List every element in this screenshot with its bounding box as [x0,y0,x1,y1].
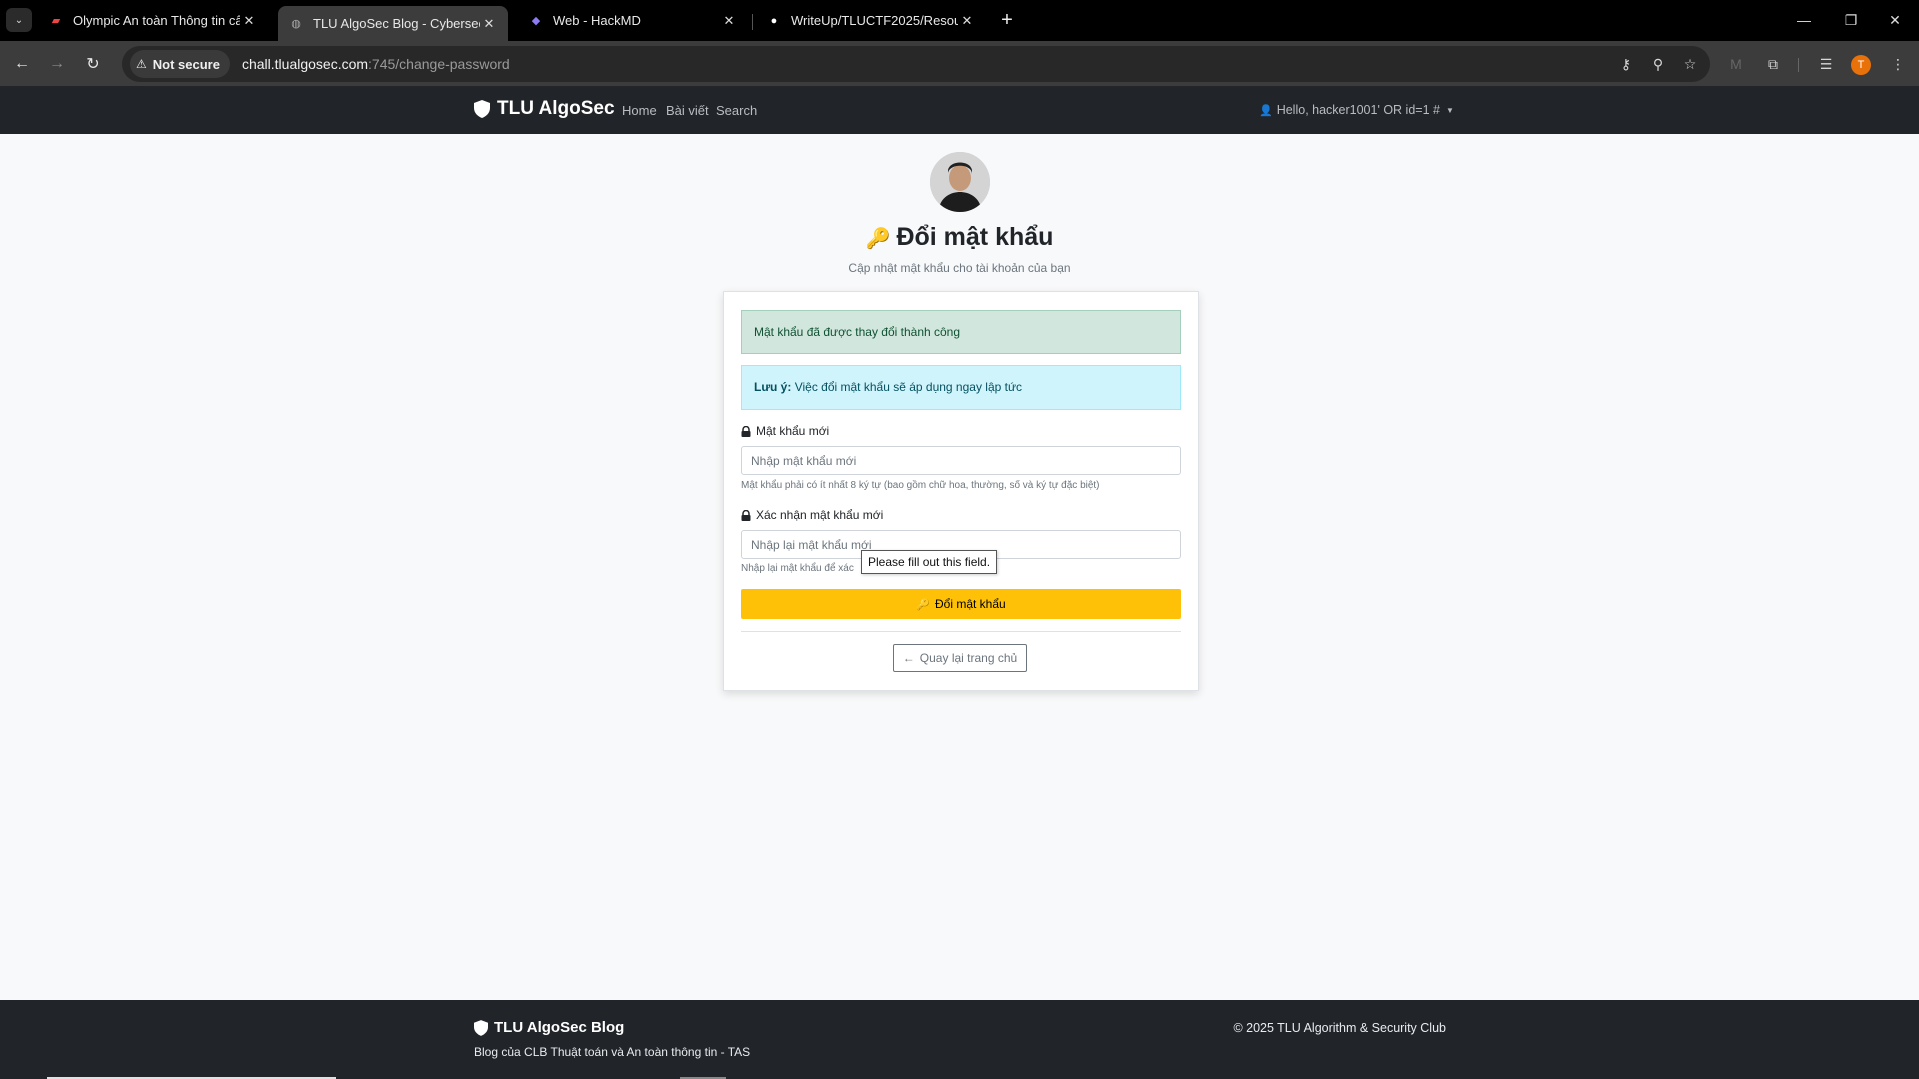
bookmark-star-icon[interactable]: ☆ [1678,52,1702,76]
nav-link-search[interactable]: Search [716,103,757,118]
tab-search-chevron-icon[interactable]: ⌄ [6,8,32,32]
change-password-card: Mật khẩu đã được thay đổi thành công Lưu… [723,291,1199,691]
close-tab-icon[interactable]: ✕ [958,13,976,29]
tab-olympic[interactable]: ▰ Olympic An toàn Thông tin cấp ✕ [38,6,268,35]
extension-m-icon[interactable]: M [1724,52,1748,76]
minimize-icon[interactable]: — [1786,8,1822,32]
reload-icon[interactable]: ↻ [80,51,106,77]
toolbar-separator [1798,58,1799,72]
shield-icon [474,100,490,118]
confirm-password-label: Xác nhận mật khẩu mới [741,508,883,522]
footer-brand: TLU AlgoSec Blog [474,1019,624,1036]
page-title: 🔑 Đổi mật khẩu [865,223,1054,251]
user-dropdown[interactable]: 👤 Hello, hacker1001' OR id=1 # ▼ [1259,103,1454,117]
page-subtitle: Cập nhật mật khẩu cho tài khoản của bạn [848,261,1071,275]
back-arrow-icon[interactable]: ← [9,51,35,77]
hackmd-favicon-icon: ◆ [531,15,541,27]
new-tab-plus-icon[interactable]: + [995,8,1019,32]
person-avatar-icon [930,152,990,212]
restore-icon[interactable]: ❐ [1833,8,1869,32]
tab-hackmd[interactable]: ◆ Web - HackMD ✕ [518,6,748,35]
forward-arrow-icon[interactable]: → [44,51,70,77]
footer-description: Blog của CLB Thuật toán và An toàn thông… [474,1045,751,1059]
footer-copyright: © 2025 TLU Algorithm & Security Club [1233,1021,1446,1035]
url-text[interactable]: chall.tlualgosec.com:745/change-password [242,56,510,72]
nav-link-articles[interactable]: Bài viết [666,103,709,118]
key-icon: 🔑 [916,598,930,611]
info-alert: Lưu ý: Việc đổi mật khẩu sẽ áp dụng ngay… [741,365,1181,410]
nav-link-home[interactable]: Home [622,103,657,118]
divider [741,631,1181,632]
user-icon: 👤 [1259,104,1273,117]
security-chip[interactable]: ⚠ Not secure [130,50,230,78]
new-password-input[interactable] [741,446,1181,475]
new-password-label: Mật khẩu mới [741,424,829,438]
profile-avatar[interactable]: T [1851,55,1871,75]
lock-icon [741,509,751,521]
back-home-button[interactable]: ← Quay lại trang chủ [893,644,1027,672]
lock-icon [741,425,751,437]
caret-down-icon: ▼ [1445,105,1454,115]
close-tab-icon[interactable]: ✕ [240,13,258,29]
media-control-icon[interactable]: ☰ [1814,52,1838,76]
avatar [930,152,990,212]
address-bar[interactable]: ⚠ Not secure chall.tlualgosec.com:745/ch… [122,46,1710,82]
tab-separator [752,14,753,30]
olympic-favicon-icon: ▰ [51,15,61,27]
validation-tooltip: Please fill out this field. [861,550,998,574]
site-navbar: TLU AlgoSec Home Bài viết Search 👤 Hello… [0,86,1919,134]
arrow-left-icon: ← [902,651,915,665]
globe-favicon-icon: ◍ [291,18,301,30]
new-password-help: Mật khẩu phải có ít nhất 8 ký tự (bao gồ… [741,480,1100,491]
browser-tab-bar: ⌄ ▰ Olympic An toàn Thông tin cấp ✕ ◍ TL… [0,0,1919,41]
github-favicon-icon: ● [770,14,778,27]
navbar-brand[interactable]: TLU AlgoSec [474,98,615,120]
tab-tlu-algosec[interactable]: ◍ TLU AlgoSec Blog - Cybersecur ✕ [278,6,508,41]
site-footer: TLU AlgoSec Blog Blog của CLB Thuật toán… [0,1000,1919,1079]
zoom-icon[interactable]: ⚲ [1646,52,1670,76]
close-tab-icon[interactable]: ✕ [720,13,738,29]
close-window-icon[interactable]: ✕ [1877,8,1913,32]
menu-kebab-icon[interactable]: ⋮ [1886,52,1910,76]
confirm-password-help: Nhập lại mật khẩu để xác [741,563,854,574]
success-alert: Mật khẩu đã được thay đổi thành công [741,310,1181,354]
key-icon: 🔑 [865,228,891,250]
warning-triangle-icon: ⚠ [136,57,147,71]
close-tab-icon[interactable]: ✕ [480,16,498,32]
shield-icon [474,1019,488,1036]
tab-github-writeup[interactable]: ● WriteUp/TLUCTF2025/Resource ✕ [756,6,986,35]
browser-toolbar: ← → ↻ ⚠ Not secure chall.tlualgosec.com:… [0,41,1919,86]
password-key-icon[interactable]: ⚷ [1614,52,1638,76]
extensions-puzzle-icon[interactable]: ⧉ [1761,52,1785,76]
change-password-button[interactable]: 🔑 Đổi mật khẩu [741,589,1181,619]
